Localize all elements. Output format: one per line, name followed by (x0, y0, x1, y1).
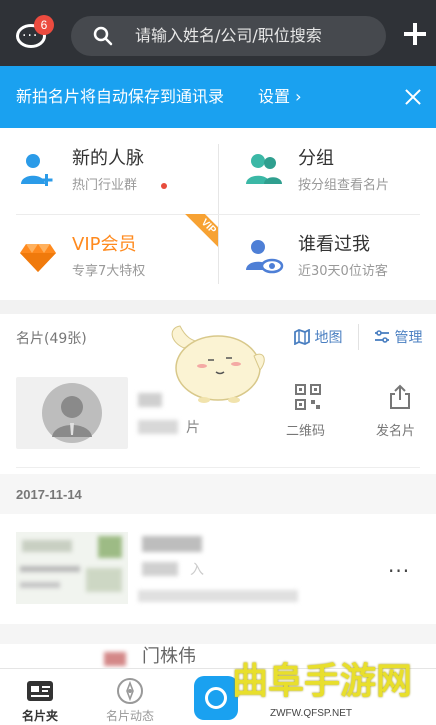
notification-dot (161, 183, 167, 189)
map-icon (294, 328, 310, 346)
watermark-url: ZWFW.QFSP.NET (270, 708, 353, 719)
add-contact-icon (21, 154, 53, 186)
diamond-icon (20, 244, 56, 272)
visitors-entry[interactable]: 谁看过我 近30天0位访客 (218, 214, 436, 300)
new-contacts-entry[interactable]: 新的人脉 热门行业群 (0, 128, 218, 214)
date-label: 2017-11-14 (16, 487, 82, 502)
entry-subtitle: 专享7大特权 (72, 264, 146, 279)
info-banner: 新拍名片将自动保存到通讯录 设置 › (0, 66, 436, 128)
contact-title-fragment: 入 (190, 562, 204, 578)
message-count-badge: 6 (34, 15, 54, 35)
date-header: 2017-11-14 (0, 474, 436, 514)
my-card-thumbnail[interactable] (16, 377, 128, 449)
manage-button[interactable]: 管理 (374, 328, 422, 348)
entry-title: 分组 (298, 148, 334, 169)
group-icon (246, 154, 282, 184)
send-card-button[interactable]: 发名片 (376, 384, 424, 440)
watermark-title: 曲阜手游网 (232, 661, 413, 702)
entry-title: 谁看过我 (298, 234, 370, 255)
cards-count: 名片(49张) (16, 331, 87, 347)
map-label: 地图 (314, 330, 343, 346)
contact-name: 门株伟 (142, 646, 196, 667)
chat-dots: ··· (22, 28, 39, 44)
divider (16, 467, 420, 468)
tab-label: 名片动态 (105, 709, 154, 723)
feature-grid: 新的人脉 热门行业群 分组 按分组查看名片 VIP会员 专享7大特权 VIP 谁… (0, 128, 436, 300)
vip-ribbon: VIP (178, 214, 218, 254)
qr-label: 二维码 (286, 424, 326, 439)
contact-info: 入 (138, 536, 368, 606)
messages-button[interactable]: ··· 6 (14, 15, 54, 50)
qr-code-button[interactable]: 二维码 (286, 384, 330, 440)
search-input[interactable]: 请输入姓名/公司/职位搜索 (71, 16, 386, 56)
divider (358, 324, 359, 350)
entry-subtitle: 按分组查看名片 (298, 178, 390, 193)
tab-card-feed[interactable]: 名片动态 (90, 669, 170, 725)
manage-label: 管理 (394, 330, 423, 346)
vip-ribbon-label: VIP (183, 214, 218, 252)
qr-code-icon (295, 384, 321, 410)
banner-settings-link[interactable]: 设置 › (258, 87, 302, 107)
watermark: 曲阜手游网 ZWFW.QFSP.NET (228, 660, 436, 725)
entry-subtitle: 近30天0位访客 (298, 264, 388, 279)
sliders-icon (375, 330, 389, 343)
groups-entry[interactable]: 分组 按分组查看名片 (218, 128, 436, 214)
close-icon[interactable] (400, 84, 426, 110)
tab-label: 名片夹 (21, 709, 58, 723)
top-bar: ··· 6 请输入姓名/公司/职位搜索 (0, 0, 436, 66)
card-thumbnail (104, 652, 126, 666)
my-card-label: 片 (186, 420, 200, 436)
entry-subtitle: 热门行业群 (72, 178, 138, 193)
entry-title: VIP会员 (72, 234, 137, 255)
tab-card-holder[interactable]: 名片夹 (0, 669, 80, 725)
entry-title: 新的人脉 (72, 148, 144, 169)
mascot-image (171, 325, 265, 403)
avatar-placeholder-icon (42, 383, 102, 443)
search-icon (93, 26, 113, 46)
send-label: 发名片 (376, 424, 416, 439)
card-holder-icon (27, 681, 53, 701)
divider (0, 624, 436, 644)
list-item[interactable]: 入 ··· (0, 514, 436, 624)
compass-icon (117, 678, 143, 704)
search-placeholder: 请输入姓名/公司/职位搜索 (135, 26, 322, 45)
share-icon (390, 384, 410, 409)
map-button[interactable]: 地图 (294, 328, 342, 348)
more-options-icon[interactable]: ··· (388, 561, 410, 581)
add-icon[interactable] (401, 20, 429, 48)
blurred-label (138, 420, 178, 434)
visitor-eye-icon (246, 240, 284, 274)
banner-text: 新拍名片将自动保存到通讯录 (16, 87, 225, 106)
card-thumbnail (16, 532, 128, 604)
